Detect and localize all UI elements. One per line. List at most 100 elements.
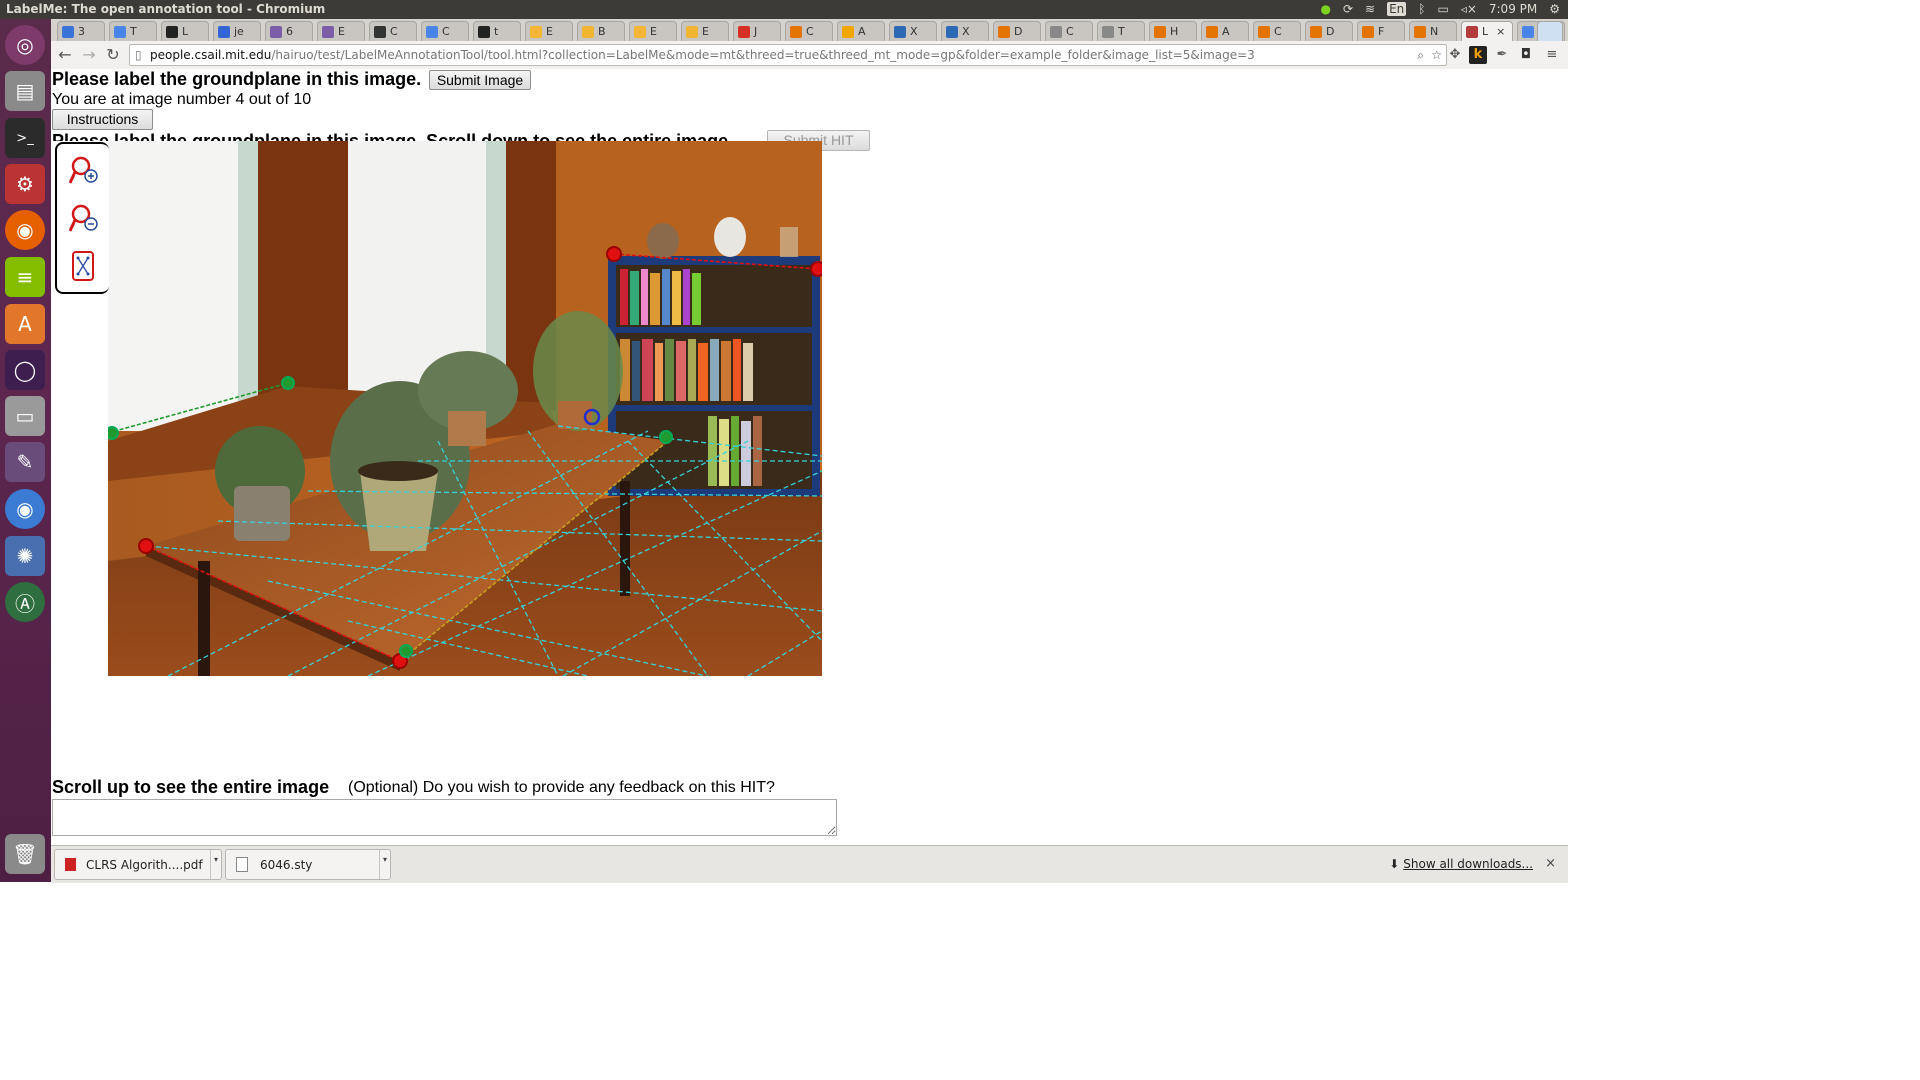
browser-tab[interactable]: N: [1409, 21, 1457, 41]
system-settings-icon[interactable]: ⚙: [5, 164, 45, 204]
browser-tab[interactable]: E: [681, 21, 729, 41]
browser-tab[interactable]: je: [213, 21, 261, 41]
drive-icon[interactable]: ▭: [5, 396, 45, 436]
tab-favicon-icon: [686, 25, 698, 38]
browser-tab[interactable]: 3: [57, 21, 105, 41]
software-center-icon[interactable]: A: [5, 304, 45, 344]
browser-tab[interactable]: E: [629, 21, 677, 41]
download-item-pdf[interactable]: CLRS Algorith....pdf ▾: [54, 849, 222, 880]
annotation-canvas[interactable]: [108, 141, 822, 676]
browser-tab[interactable]: C: [1045, 21, 1093, 41]
browser-tab[interactable]: A: [837, 21, 885, 41]
tab-title: X: [910, 25, 918, 38]
scroll-up-note: Scroll up to see the entire image: [52, 777, 330, 797]
sync-icon[interactable]: ⟳: [1343, 2, 1353, 16]
browser-tab[interactable]: t: [473, 21, 521, 41]
browser-tab[interactable]: L ×: [1461, 21, 1513, 41]
control-point: [606, 246, 622, 262]
extension-k-icon[interactable]: k: [1469, 46, 1487, 64]
new-tab-button[interactable]: [1537, 21, 1563, 41]
pocket-icon[interactable]: ◘: [1517, 46, 1535, 64]
browser-tab[interactable]: D: [993, 21, 1041, 41]
extension-feather-icon[interactable]: ✒: [1493, 46, 1511, 64]
browser-tab[interactable]: X: [941, 21, 989, 41]
tab-title: E: [338, 25, 345, 38]
instructions-button[interactable]: Instructions: [52, 109, 153, 130]
ubuntu-dash-icon[interactable]: ◎: [5, 25, 45, 65]
tab-favicon-icon: [1050, 25, 1062, 38]
tab-title: 6: [286, 25, 293, 38]
tab-title: L: [1482, 25, 1489, 38]
browser-tab[interactable]: H: [1149, 21, 1197, 41]
terminal-icon[interactable]: >_: [5, 118, 45, 158]
browser-tab[interactable]: D: [1305, 21, 1353, 41]
download-filename: 6046.sty: [260, 857, 313, 872]
browser-tab[interactable]: 6: [265, 21, 313, 41]
download-item-sty[interactable]: 6046.sty ▾: [225, 849, 391, 880]
files-icon[interactable]: ▤: [5, 71, 45, 111]
browser-tab[interactable]: A: [1201, 21, 1249, 41]
browser-tab[interactable]: F: [1357, 21, 1405, 41]
zoom-magnifier-icon[interactable]: ⌕: [1417, 45, 1424, 65]
battery-icon[interactable]: ▭: [1437, 2, 1448, 16]
spotify-tray-icon[interactable]: ●: [1320, 2, 1330, 16]
back-arrow-icon[interactable]: ←: [55, 45, 75, 65]
browser-tab[interactable]: J: [733, 21, 781, 41]
page-icon: ▯: [135, 48, 142, 62]
extension-puzzle-icon[interactable]: ✥: [1446, 46, 1464, 64]
browser-tab[interactable]: C: [369, 21, 417, 41]
download-arrow-icon: ⬇: [1389, 857, 1400, 871]
close-download-shelf-icon[interactable]: ×: [1545, 856, 1556, 871]
tab-title: E: [650, 25, 657, 38]
feedback-textarea[interactable]: [52, 799, 837, 836]
browser-tab[interactable]: E: [525, 21, 573, 41]
spotify-icon[interactable]: ≡: [5, 257, 45, 297]
volume-icon[interactable]: ◃×: [1461, 2, 1477, 16]
download-menu-arrow-icon[interactable]: ▾: [379, 850, 390, 879]
show-all-downloads-link[interactable]: ⬇ Show all downloads...: [1389, 857, 1533, 871]
browser-tab[interactable]: C: [1253, 21, 1301, 41]
keyboard-indicator[interactable]: En: [1387, 2, 1407, 16]
trash-icon[interactable]: 🗑: [5, 834, 45, 874]
tab-favicon-icon: [1362, 25, 1374, 38]
browser-tab[interactable]: C: [785, 21, 833, 41]
update-manager-icon[interactable]: Ⓐ: [5, 582, 45, 622]
tab-title: B: [598, 25, 606, 38]
zoom-in-icon[interactable]: [69, 154, 99, 186]
tab-close-icon[interactable]: ×: [1496, 25, 1505, 38]
forward-arrow-icon[interactable]: →: [79, 45, 99, 65]
tab-favicon-icon: [530, 25, 542, 38]
ring-app-icon[interactable]: ◯: [5, 350, 45, 390]
tab-title: E: [546, 25, 553, 38]
download-menu-arrow-icon[interactable]: ▾: [210, 850, 221, 879]
reload-icon[interactable]: ↻: [103, 45, 123, 65]
scene-photo: [108, 141, 822, 676]
browser-tab[interactable]: X: [889, 21, 937, 41]
browser-menu-icon[interactable]: ≡: [1543, 46, 1561, 64]
bluetooth-icon[interactable]: ᛒ: [1418, 2, 1425, 16]
tab-title: je: [234, 25, 244, 38]
browser-tab[interactable]: E: [317, 21, 365, 41]
tab-title: E: [702, 25, 709, 38]
fit-to-screen-icon[interactable]: [69, 250, 99, 284]
firefox-icon[interactable]: ◉: [5, 210, 45, 250]
browser-tab[interactable]: T: [109, 21, 157, 41]
clock[interactable]: 7:09 PM: [1489, 2, 1537, 16]
browser-tab[interactable]: B: [577, 21, 625, 41]
tab-favicon-icon: [1206, 25, 1218, 38]
launcher: ◎ ▤ >_ ⚙ ◉ ≡ A ◯ ▭ ✎ ◉ ✺ Ⓐ 🗑: [0, 19, 51, 882]
browser-tab[interactable]: C: [421, 21, 469, 41]
submit-image-button[interactable]: Submit Image: [429, 70, 531, 90]
chromium-icon[interactable]: ◉: [5, 489, 45, 529]
bookmark-star-icon[interactable]: ☆: [1431, 45, 1442, 65]
settings-gear-icon[interactable]: ⚙: [1549, 2, 1560, 16]
drawing-app-icon[interactable]: ✎: [5, 442, 45, 482]
tab-title: L: [182, 25, 189, 38]
browser-tab[interactable]: T: [1097, 21, 1145, 41]
browser-tab[interactable]: L: [161, 21, 209, 41]
zoom-out-icon[interactable]: [69, 202, 99, 234]
tab-favicon-icon: [1154, 25, 1166, 38]
wifi-icon[interactable]: ≋: [1365, 2, 1375, 16]
address-bar[interactable]: ▯ people.csail.mit.edu/hairuo/test/Label…: [129, 44, 1447, 66]
shotwell-icon[interactable]: ✺: [5, 536, 45, 576]
